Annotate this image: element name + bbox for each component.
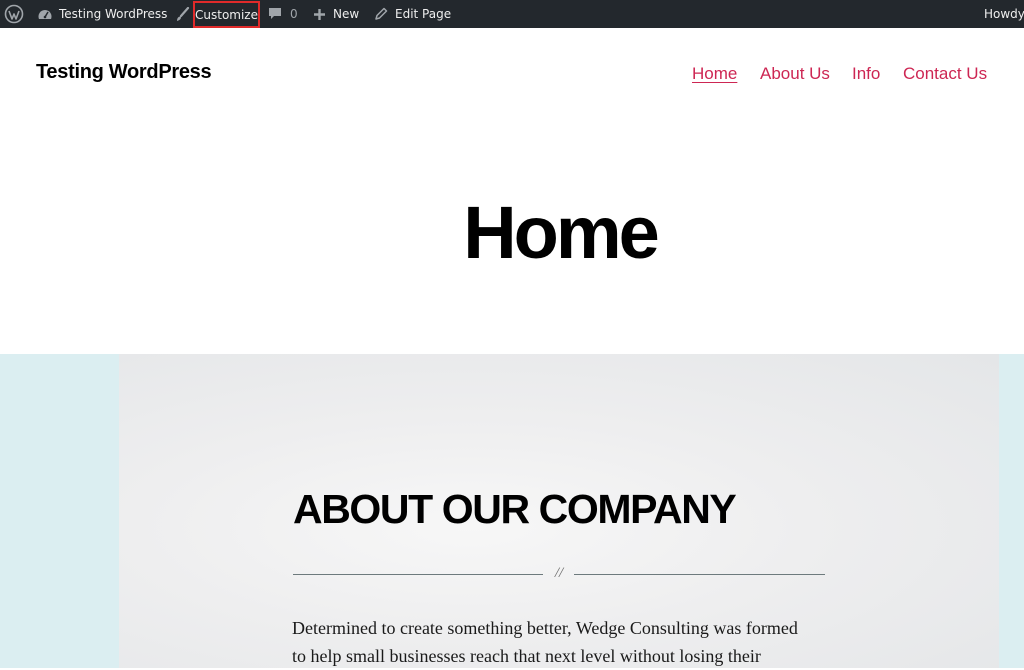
customize-label: Customize <box>195 7 258 22</box>
customize-button[interactable]: Customize <box>193 1 260 28</box>
about-paragraph: Determined to create something better, W… <box>292 614 832 670</box>
dashboard-gauge-icon <box>37 7 53 21</box>
nav-item-contact-us[interactable]: Contact Us <box>903 64 987 84</box>
nav-item-info[interactable]: Info <box>852 64 880 84</box>
comments-count: 0 <box>290 7 298 21</box>
new-content-menu[interactable]: New <box>313 0 359 28</box>
admin-bar-site-name-label: Testing WordPress <box>59 7 168 21</box>
pencil-icon <box>374 7 388 21</box>
admin-bar: Testing WordPress Customize 0 New Edit P… <box>0 0 1024 28</box>
nav-item-about-us[interactable]: About Us <box>760 64 830 84</box>
edit-page-link[interactable]: Edit Page <box>374 0 451 28</box>
site-title[interactable]: Testing WordPress <box>36 61 212 84</box>
wordpress-logo-icon-svg <box>4 4 24 24</box>
new-label: New <box>333 7 360 21</box>
comments-link[interactable]: 0 <box>268 0 298 28</box>
edit-page-label: Edit Page <box>395 7 452 21</box>
howdy-label: Howdy, <box>984 7 1024 21</box>
my-account-menu[interactable]: Howdy, <box>984 0 1024 28</box>
separator-line-right <box>574 574 825 575</box>
separator-mark: // <box>554 565 564 581</box>
separator-line-left <box>293 574 543 575</box>
paragraph-line: Determined to create something better, W… <box>292 618 798 638</box>
comment-bubble-icon <box>268 7 282 21</box>
paintbrush-icon <box>175 0 190 28</box>
plus-icon <box>313 8 326 21</box>
nav-item-home[interactable]: Home <box>692 64 737 84</box>
page-title: Home <box>463 191 660 274</box>
paragraph-line: to help small businesses reach that next… <box>292 646 761 666</box>
admin-bar-site-name[interactable]: Testing WordPress <box>37 0 167 28</box>
section-heading: ABOUT OUR COMPANY <box>293 486 737 532</box>
wordpress-logo-icon[interactable] <box>4 0 24 28</box>
